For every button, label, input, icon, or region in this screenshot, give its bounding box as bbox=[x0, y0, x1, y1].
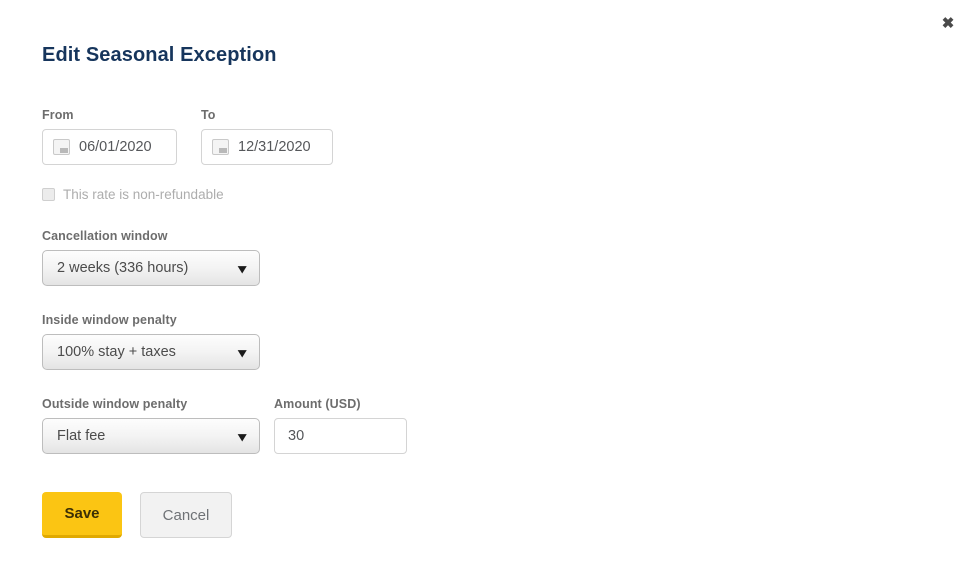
inside-window-penalty-group: Inside window penalty 100% stay + taxes … bbox=[42, 313, 462, 370]
dialog-actions: Save Cancel bbox=[42, 492, 462, 538]
non-refundable-checkbox[interactable] bbox=[42, 188, 55, 201]
date-range-row: From 06/01/2020 To 12/31/2020 bbox=[42, 108, 462, 165]
to-date-label: To bbox=[201, 108, 216, 122]
outside-window-penalty-label: Outside window penalty bbox=[42, 397, 188, 411]
inside-window-penalty-value: 100% stay + taxes bbox=[57, 344, 176, 360]
outside-window-penalty-value: Flat fee bbox=[57, 428, 106, 444]
outside-window-penalty-select[interactable]: Flat fee ▾ bbox=[42, 418, 260, 454]
amount-group: Amount (USD) 30 bbox=[274, 397, 407, 454]
from-date-group: From 06/01/2020 bbox=[42, 108, 177, 165]
cancellation-window-value: 2 weeks (336 hours) bbox=[57, 260, 189, 276]
inside-window-penalty-select[interactable]: 100% stay + taxes ▾ bbox=[42, 334, 260, 370]
chevron-down-icon: ▾ bbox=[238, 260, 247, 276]
to-date-group: To 12/31/2020 bbox=[201, 108, 333, 165]
chevron-down-icon: ▾ bbox=[238, 428, 247, 444]
to-date-input[interactable]: 12/31/2020 bbox=[201, 129, 333, 165]
cancellation-window-label: Cancellation window bbox=[42, 229, 168, 243]
close-icon[interactable]: ✖ bbox=[937, 12, 959, 34]
calendar-icon bbox=[53, 139, 70, 155]
cancellation-window-select[interactable]: 2 weeks (336 hours) ▾ bbox=[42, 250, 260, 286]
amount-input[interactable]: 30 bbox=[274, 418, 407, 454]
chevron-down-icon: ▾ bbox=[238, 344, 247, 360]
edit-seasonal-exception-dialog: ✖ Edit Seasonal Exception From 06/01/202… bbox=[0, 0, 975, 565]
non-refundable-checkbox-row[interactable]: This rate is non-refundable bbox=[42, 187, 462, 202]
page-title: Edit Seasonal Exception bbox=[42, 44, 277, 66]
from-date-label: From bbox=[42, 108, 74, 122]
from-date-input[interactable]: 06/01/2020 bbox=[42, 129, 177, 165]
save-button[interactable]: Save bbox=[42, 492, 122, 538]
seasonal-exception-form: From 06/01/2020 To 12/31/2020 This rate … bbox=[42, 108, 462, 538]
cancel-button[interactable]: Cancel bbox=[140, 492, 232, 538]
inside-window-penalty-label: Inside window penalty bbox=[42, 313, 177, 327]
non-refundable-label: This rate is non-refundable bbox=[63, 187, 224, 202]
outside-penalty-row: Outside window penalty Flat fee ▾ Amount… bbox=[42, 397, 462, 454]
amount-value: 30 bbox=[288, 428, 305, 444]
calendar-icon bbox=[212, 139, 229, 155]
from-date-value: 06/01/2020 bbox=[79, 139, 152, 155]
to-date-value: 12/31/2020 bbox=[238, 139, 311, 155]
outside-window-penalty-group: Outside window penalty Flat fee ▾ bbox=[42, 397, 260, 454]
amount-label: Amount (USD) bbox=[274, 397, 361, 411]
cancellation-window-group: Cancellation window 2 weeks (336 hours) … bbox=[42, 229, 462, 286]
